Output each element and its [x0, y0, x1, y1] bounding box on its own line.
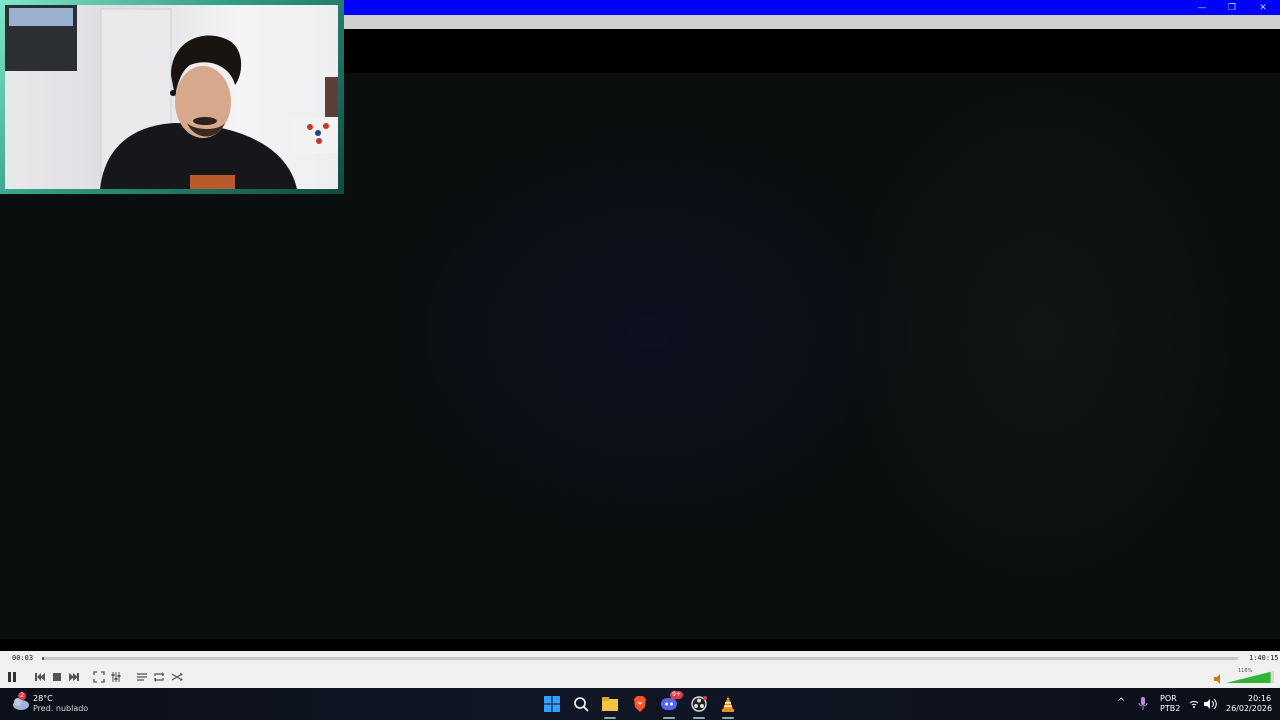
taskbar: 2 28°C Pred. nublado 9+ ^ POR PTB2 20:16… — [0, 688, 1280, 720]
extended-settings-button[interactable] — [108, 669, 124, 685]
weather-widget[interactable]: 2 — [10, 692, 32, 713]
language-code[interactable]: POR — [1160, 694, 1177, 704]
webcam-overlay — [0, 0, 344, 194]
search-button[interactable] — [571, 694, 591, 714]
maximize-button[interactable]: ❐ — [1217, 0, 1247, 15]
keyboard-layout[interactable]: PTB2 — [1160, 704, 1180, 714]
file-explorer-button[interactable] — [600, 694, 620, 714]
webcam-feed — [5, 5, 338, 189]
loop-icon — [154, 672, 164, 682]
equalizer-icon — [111, 672, 121, 682]
vlc-running-indicator — [722, 717, 734, 719]
file-explorer-running-indicator — [604, 717, 616, 719]
weather-description: Pred. nublado — [33, 704, 89, 713]
shuffle-button[interactable] — [169, 669, 185, 685]
discord-running-indicator — [663, 717, 675, 719]
pause-button[interactable] — [4, 669, 20, 685]
speaker-tray-icon — [1204, 698, 1217, 710]
previous-icon — [35, 673, 45, 681]
tray-overflow-chevron[interactable]: ^ — [1117, 698, 1125, 708]
seek-progress — [42, 657, 45, 660]
start-button[interactable] — [542, 694, 562, 714]
playlist-icon — [137, 673, 147, 681]
stop-button[interactable] — [49, 669, 65, 685]
next-button[interactable] — [66, 669, 82, 685]
brave-icon — [634, 696, 646, 712]
weather-badge: 2 — [18, 692, 26, 700]
speaker-icon — [1214, 674, 1220, 684]
volume-control[interactable]: 116% — [1212, 667, 1276, 685]
wifi-icon — [1189, 701, 1199, 708]
vlc-icon — [722, 696, 734, 712]
obs-icon — [691, 696, 707, 712]
fullscreen-icon — [93, 671, 105, 683]
vlc-button[interactable] — [718, 694, 738, 714]
file-explorer-icon — [602, 697, 618, 711]
windows-start-icon — [544, 696, 560, 712]
stop-icon — [53, 673, 61, 681]
minimize-button[interactable]: — — [1187, 0, 1217, 15]
discord-badge: 9+ — [670, 691, 683, 699]
brave-browser-button[interactable] — [630, 694, 650, 714]
fullscreen-button[interactable] — [91, 669, 107, 685]
clock-date[interactable]: 26/02/2026 — [1226, 704, 1272, 714]
volume-percent: 116% — [1238, 668, 1253, 674]
webcam-person-image — [5, 5, 338, 189]
search-icon — [574, 697, 589, 712]
previous-button[interactable] — [32, 669, 48, 685]
microphone-button[interactable] — [1133, 694, 1153, 714]
close-button[interactable]: ✕ — [1248, 0, 1278, 15]
loop-button[interactable] — [151, 669, 167, 685]
weather-temperature: 28°C — [33, 694, 53, 703]
seek-bar[interactable] — [42, 657, 1238, 660]
elapsed-time: 00:03 — [12, 654, 34, 662]
volume-slider: 116% — [1214, 668, 1274, 684]
discord-icon — [661, 698, 677, 710]
next-icon — [69, 673, 79, 681]
playlist-button[interactable] — [134, 669, 150, 685]
total-duration: 1:40:15 — [1249, 654, 1279, 662]
player-controls: 00:03 1:40:15 116% — [0, 651, 1280, 688]
pause-icon — [8, 672, 16, 682]
discord-button[interactable]: 9+ — [659, 691, 683, 714]
clock-time[interactable]: 20:16 — [1248, 694, 1271, 704]
shuffle-icon — [171, 673, 183, 681]
obs-button[interactable] — [689, 694, 709, 714]
microphone-icon — [1138, 697, 1148, 710]
obs-running-indicator — [693, 717, 705, 719]
volume-tray-button[interactable] — [1200, 694, 1220, 714]
